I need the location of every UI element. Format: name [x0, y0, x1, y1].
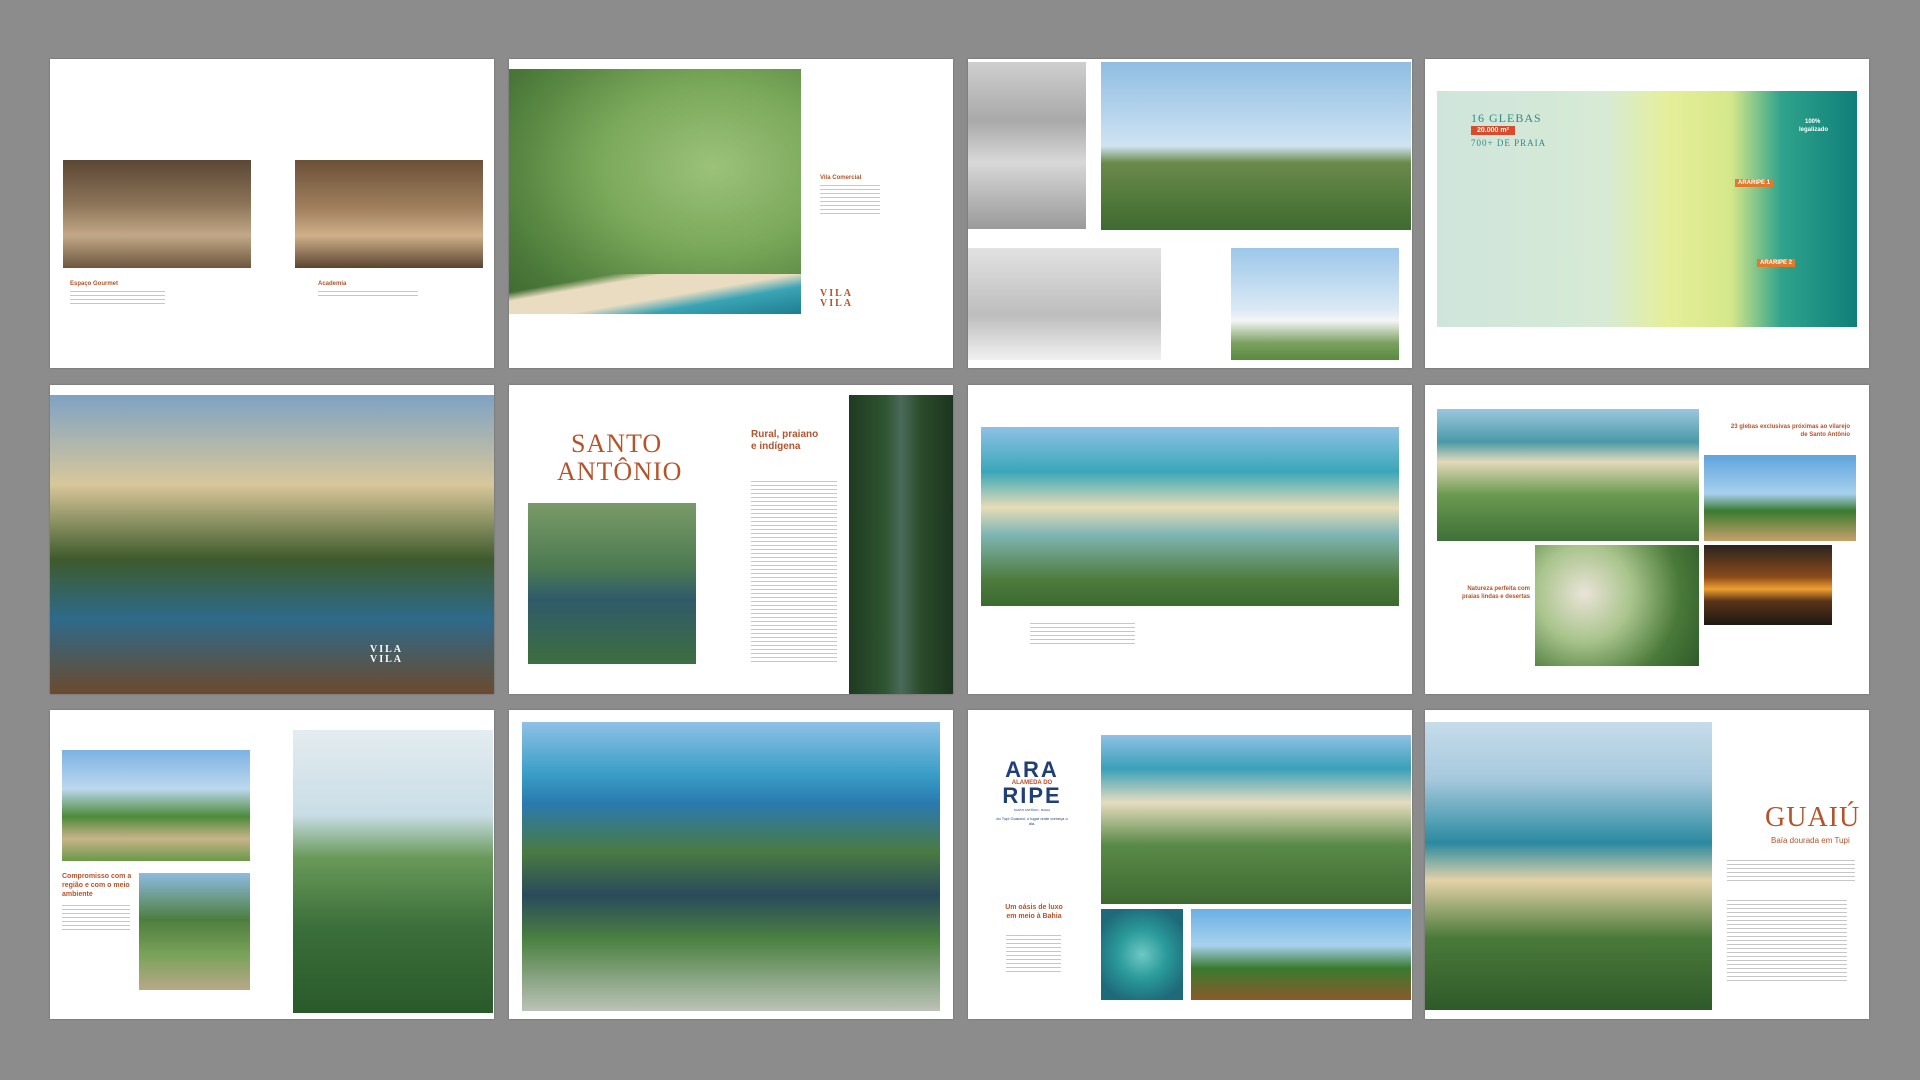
- map-glebas: 16 GLEBAS 20.000 m² 700+ DE PRAIA 100% l…: [1437, 91, 1857, 327]
- photo-academia: [295, 160, 483, 268]
- vila-comercial-title: Vila Comercial: [820, 175, 862, 181]
- label-araripe-2: ARARIPE 2: [1757, 259, 1796, 267]
- spread-11: ARA ALAMEDA DO RIPE SANTO ANTÔNIO - BAHI…: [968, 710, 1412, 1019]
- caption-gourmet: Espaço Gourmet: [70, 281, 119, 287]
- oasis-heading: Um oásis de luxo em meio à Bahia: [1005, 904, 1063, 920]
- natureza-heading: Natureza perfeita com praias lindas e de…: [1461, 586, 1530, 600]
- araripe-logo: ARA ALAMEDA DO RIPE SANTO ANTÔNIO - BAHI…: [996, 757, 1068, 827]
- photo-coast-jungle: [1101, 735, 1411, 904]
- label-araripe-1: ARARIPE 1: [1735, 179, 1774, 187]
- vila-vila-logo: VILA VILA: [820, 288, 854, 309]
- spread-3: [968, 59, 1412, 368]
- body-text: [1727, 900, 1847, 982]
- text-column: [751, 481, 837, 663]
- legal-pct: 100%: [1805, 119, 1821, 125]
- intro-text: [1727, 860, 1855, 882]
- photo-palm-bw: [968, 248, 1161, 360]
- photo-lighthouse-church: [1101, 62, 1411, 230]
- legal-text: legalizado: [1799, 127, 1829, 133]
- photo-bungalows: [62, 750, 250, 861]
- santo-title-1: SANTO: [571, 429, 663, 458]
- photo-mangrove-river: [849, 395, 953, 694]
- photo-pool-sunset: [50, 395, 494, 694]
- sand-strip: [509, 274, 801, 314]
- photo-palms-house: [1704, 455, 1856, 541]
- photo-reef: [1101, 909, 1183, 1000]
- photo-coast-village: [1437, 409, 1699, 541]
- photo-village-aerial: [528, 503, 696, 664]
- compromisso-heading: Compromisso com a região e com o meio am…: [62, 873, 132, 898]
- masterplan-aerial: [509, 69, 801, 314]
- spread-8: 23 glebas exclusivas próximas ao vilarej…: [1425, 385, 1869, 694]
- glebas-title: 16 GLEBAS: [1471, 111, 1542, 125]
- photo-sunset-sea: [1704, 545, 1832, 625]
- photo-bay-boats: [293, 730, 493, 1013]
- spread-5: VILA VILA: [50, 385, 494, 694]
- photo-river-aerial: [522, 722, 940, 1011]
- spread-6: SANTO ANTÔNIO Rural, praiano e indígena: [509, 385, 953, 694]
- text-block: [820, 185, 880, 215]
- photo-gourmet: [63, 160, 251, 268]
- rural-heading: Rural, praiano e indígena: [751, 429, 819, 452]
- praia-label: 700+ DE PRAIA: [1471, 138, 1547, 148]
- photo-beach-bw: [968, 62, 1086, 229]
- photo-palms-topdown: [1535, 545, 1699, 666]
- spread-7: [968, 385, 1412, 694]
- spread-12: GUAIÚ Baía dourada em Tupi: [1425, 710, 1869, 1019]
- text-block: [318, 291, 418, 297]
- text-block: [70, 291, 165, 307]
- photo-tidal-flats: [981, 427, 1399, 606]
- spread-4: 16 GLEBAS 20.000 m² 700+ DE PRAIA 100% l…: [1425, 59, 1869, 368]
- guaiu-subtitle: Baía dourada em Tupi: [1771, 836, 1850, 845]
- spread-2: Vila Comercial VILA VILA: [509, 59, 953, 368]
- area-badge: 20.000 m²: [1471, 126, 1515, 135]
- vila-vila-logo: VILA VILA: [370, 644, 404, 665]
- text-block: [62, 905, 130, 931]
- spread-1: Espaço Gourmet Academia: [50, 59, 494, 368]
- spread-9: Compromisso com a região e com o meio am…: [50, 710, 494, 1019]
- photo-boardwalk: [1191, 909, 1411, 1000]
- text-block: [1006, 935, 1061, 975]
- photo-guaiu-bay: [1425, 722, 1712, 1010]
- photo-chapel: [1231, 248, 1399, 360]
- spread-10: [509, 710, 953, 1019]
- photo-garden-path: [139, 873, 250, 990]
- text-block: [1030, 623, 1135, 647]
- guaiu-title: GUAIÚ: [1765, 802, 1861, 833]
- glebas-heading: 23 glebas exclusivas próximas ao vilarej…: [1730, 424, 1850, 438]
- santo-title-2: ANTÔNIO: [557, 457, 683, 486]
- caption-academia: Academia: [318, 281, 347, 287]
